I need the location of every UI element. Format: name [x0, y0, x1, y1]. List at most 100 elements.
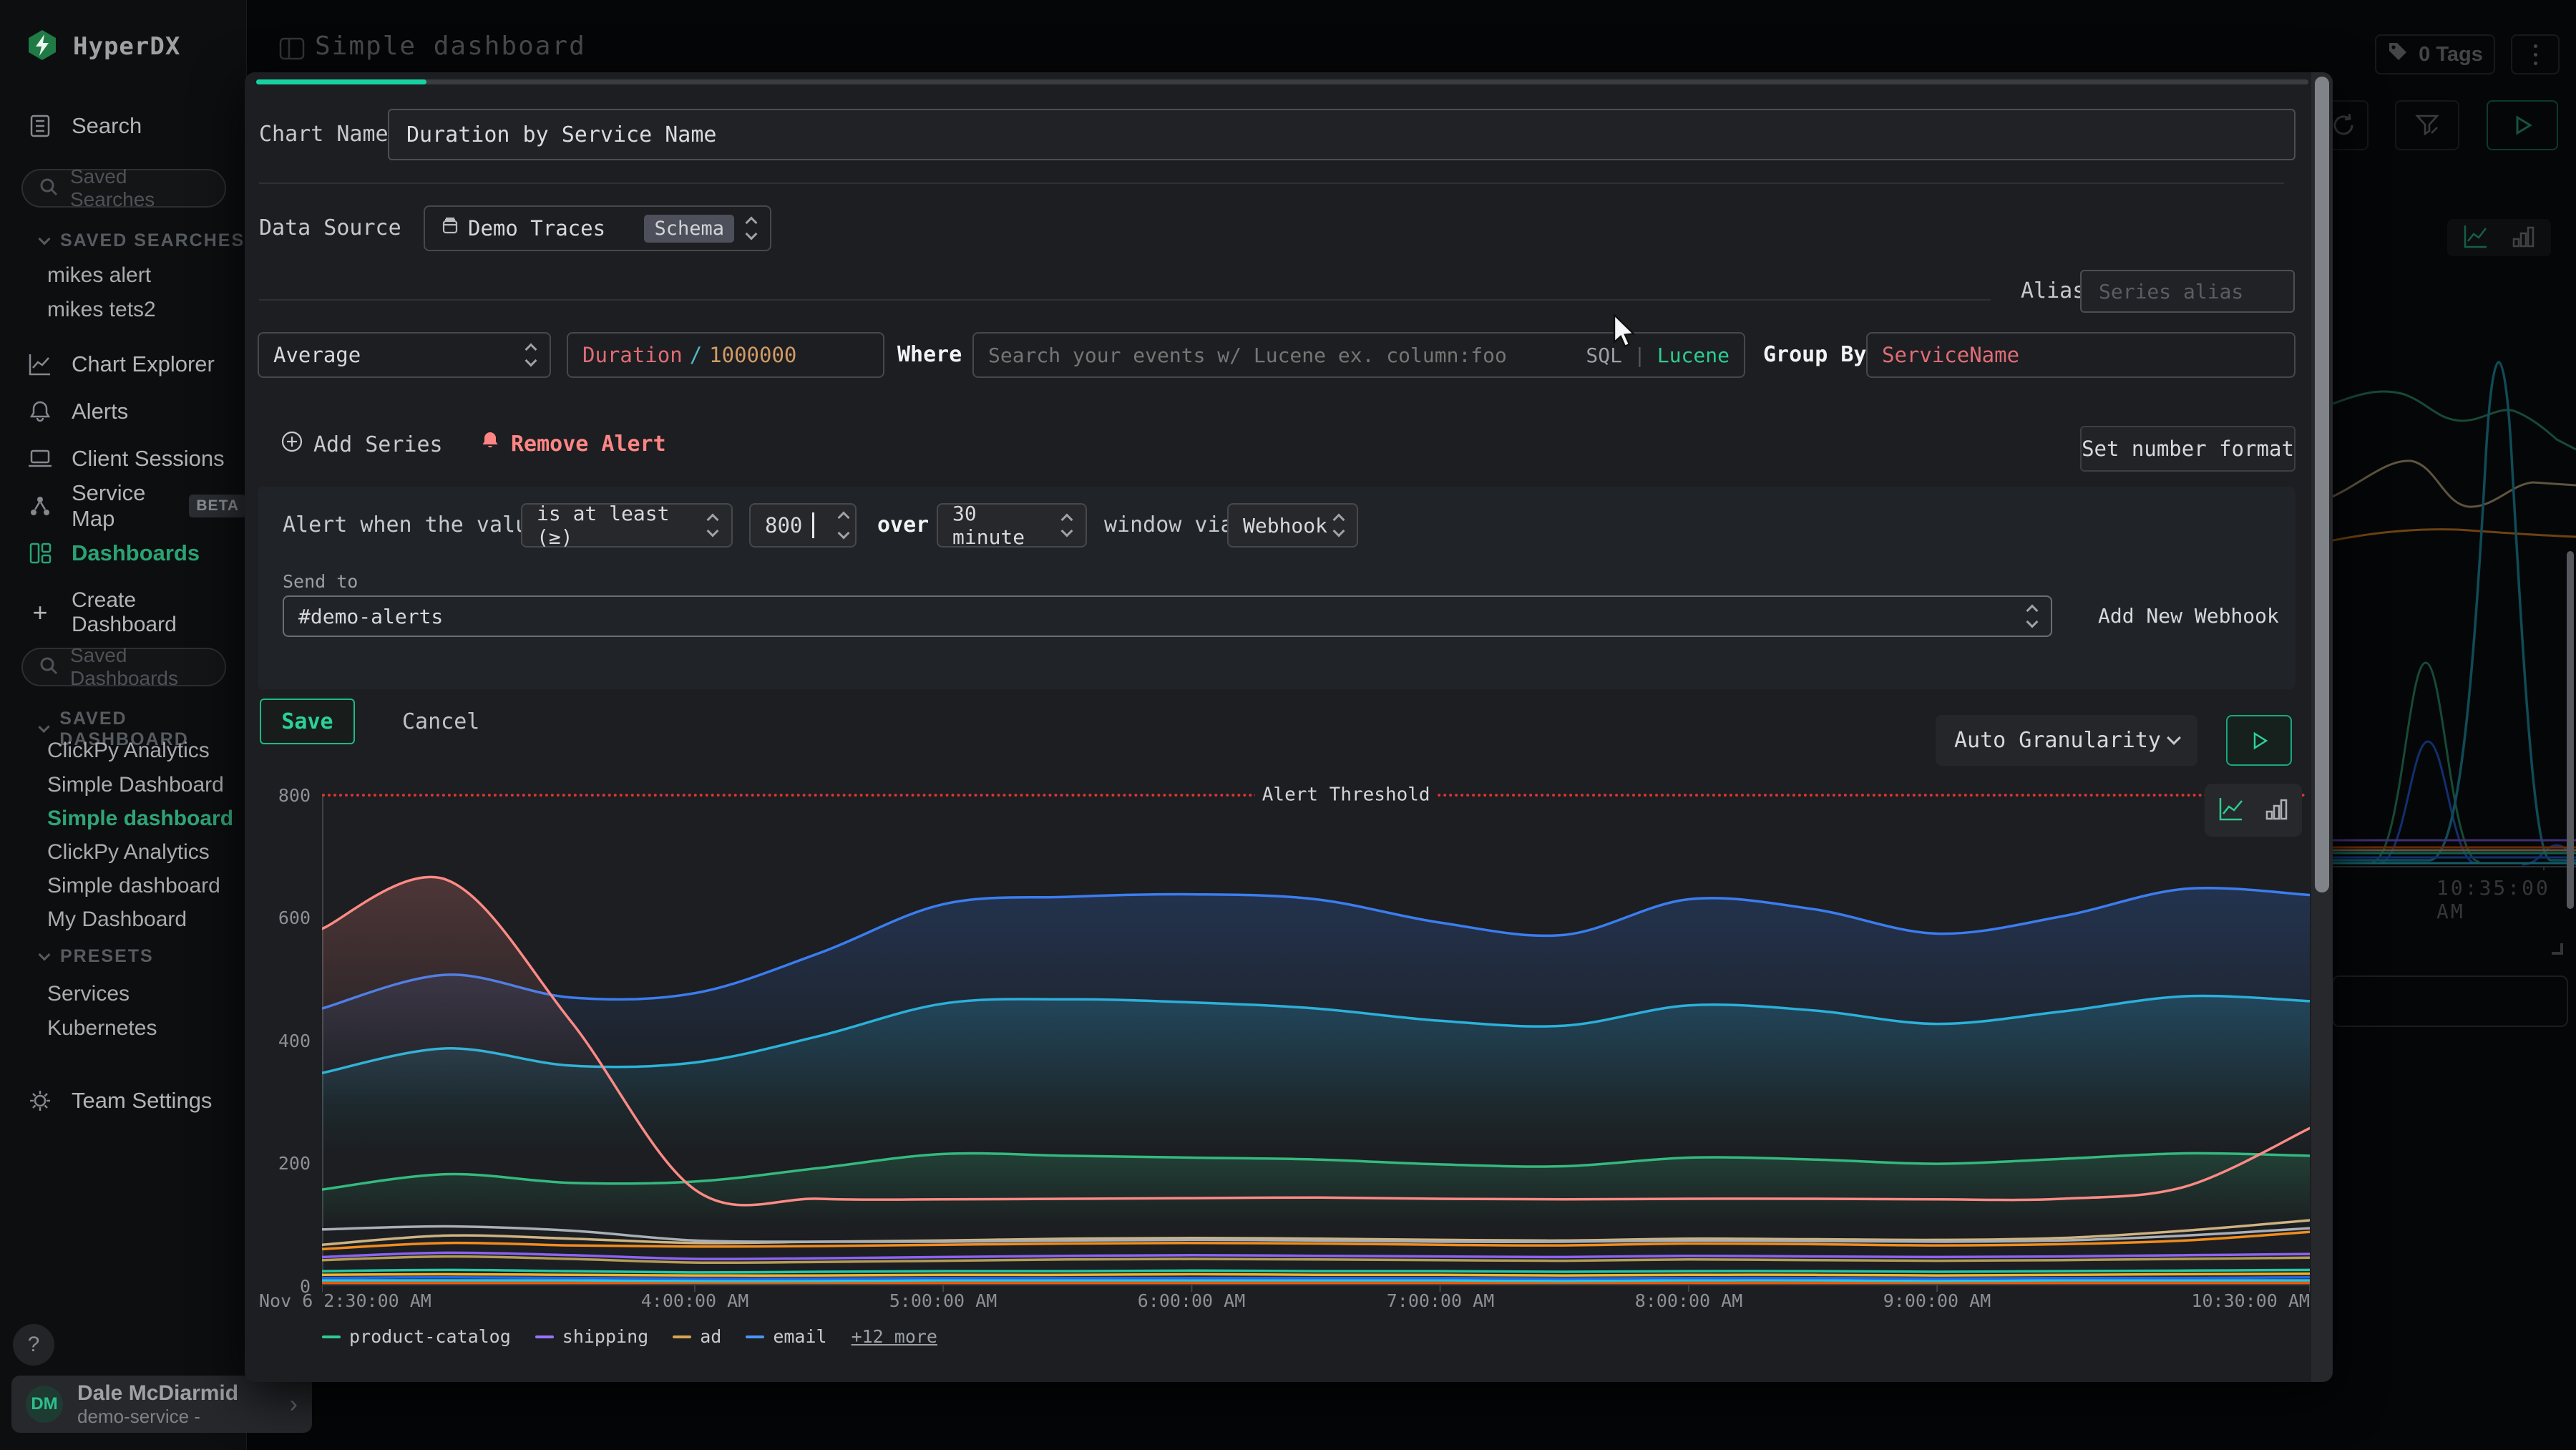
- alert-channel-select[interactable]: Webhook: [1227, 503, 1358, 548]
- alert-threshold-input[interactable]: 800: [749, 503, 857, 548]
- laptop-icon: [26, 444, 54, 473]
- sidebar-item-label: Client Sessions: [72, 446, 225, 472]
- add-series-button[interactable]: Add Series: [280, 430, 443, 459]
- select-chevrons-icon: [747, 218, 756, 238]
- window-scrollbar-thumb[interactable]: [2567, 551, 2574, 909]
- search-icon: [39, 177, 59, 200]
- dashboard-item[interactable]: ClickPy Analytics: [0, 734, 246, 767]
- divider: [259, 183, 2284, 184]
- preview-chart: 800 600 400 200 0 Alert Threshold Nov 6 …: [259, 781, 2310, 1375]
- over-label: over: [877, 503, 929, 548]
- data-source-label: Data Source: [259, 205, 401, 251]
- sidebar-item-team-settings[interactable]: Team Settings: [0, 1082, 246, 1119]
- sidebar-item-alerts[interactable]: Alerts: [0, 393, 246, 430]
- divider: [259, 299, 1991, 301]
- x-tick-label: 6:00:00 AM: [1138, 1290, 1246, 1311]
- bell-icon: [479, 430, 501, 457]
- cancel-button[interactable]: Cancel: [402, 699, 479, 744]
- modal-scrollbar-thumb[interactable]: [2315, 77, 2329, 892]
- preview-run-button[interactable]: [2226, 715, 2292, 766]
- x-tick-label: 4:00:00 AM: [641, 1290, 749, 1311]
- preset-item[interactable]: Services: [0, 978, 246, 1011]
- chart-type-toggle[interactable]: [2205, 784, 2302, 837]
- legend-item[interactable]: email: [746, 1326, 826, 1347]
- sidebar-item-chart-explorer[interactable]: Chart Explorer: [0, 346, 246, 383]
- formula-field[interactable]: Duration/1000000: [567, 332, 884, 378]
- play-icon: [2248, 730, 2270, 751]
- avatar: DM: [26, 1386, 63, 1423]
- line-chart-icon: [2215, 793, 2247, 827]
- data-source-select[interactable]: Demo Traces Schema: [424, 205, 771, 251]
- dashboard-item[interactable]: Simple Dashboard: [0, 769, 246, 802]
- help-button[interactable]: ?: [13, 1324, 54, 1366]
- sidebar-item-search[interactable]: Search: [0, 107, 246, 145]
- plus-circle-icon: [280, 430, 303, 459]
- series-alias-input[interactable]: [2080, 270, 2295, 313]
- alias-label: Alias: [2021, 270, 2085, 313]
- saved-searches-header[interactable]: SAVED SEARCHES: [0, 230, 246, 251]
- dashboard-item[interactable]: Simple dashboard: [0, 870, 246, 902]
- group-by-field[interactable]: ServiceName: [1866, 332, 2296, 378]
- app-root: HyperDX Search Saved Searches SAVED SEAR…: [0, 0, 2576, 1450]
- dashboards-grid-icon: [26, 539, 54, 568]
- y-tick-label: 800: [259, 785, 311, 806]
- saved-searches-input[interactable]: Saved Searches: [21, 169, 226, 208]
- saved-searches-placeholder: Saved Searches: [70, 165, 209, 211]
- chevron-down-icon: [39, 233, 51, 245]
- send-to-label: Send to: [283, 571, 358, 592]
- series-swatch: [673, 1335, 691, 1338]
- chart-name-input[interactable]: [388, 109, 2296, 160]
- dashboard-item[interactable]: ClickPy Analytics: [0, 836, 246, 869]
- aggregation-select[interactable]: Average: [258, 332, 551, 378]
- sidebar-item-label: Dashboards: [72, 540, 200, 566]
- save-button[interactable]: Save: [260, 699, 355, 744]
- sidebar-item-label: Team Settings: [72, 1088, 212, 1114]
- legend-item[interactable]: shipping: [535, 1326, 648, 1347]
- series-swatch: [746, 1335, 764, 1338]
- sidebar-item-service-map[interactable]: Service Map BETA: [0, 487, 246, 525]
- saved-search-item[interactable]: mikes alert: [0, 259, 246, 292]
- user-menu[interactable]: DM Dale McDiarmid demo-service - ›: [11, 1376, 312, 1433]
- beta-badge: BETA: [189, 495, 246, 517]
- remove-alert-button[interactable]: Remove Alert: [479, 430, 666, 457]
- preset-item[interactable]: Kubernetes: [0, 1012, 246, 1045]
- sidebar-item-dashboards[interactable]: Dashboards: [0, 535, 246, 572]
- logo-text: HyperDX: [73, 32, 180, 61]
- chart-plot: [322, 794, 2310, 1295]
- where-search-input[interactable]: [988, 344, 1579, 367]
- webhook-select[interactable]: #demo-alerts: [283, 595, 2052, 637]
- presets-header[interactable]: PRESETS: [0, 946, 246, 967]
- saved-search-item[interactable]: mikes tets2: [0, 293, 246, 326]
- lucene-toggle[interactable]: Lucene: [1657, 344, 1729, 367]
- saved-dashboards-input[interactable]: Saved Dashboards: [21, 648, 226, 686]
- alert-config-panel: Alert when the value is at least (≥) 800…: [258, 487, 2296, 689]
- sidebar-item-client-sessions[interactable]: Client Sessions: [0, 440, 246, 477]
- legend-item[interactable]: product-catalog: [322, 1326, 511, 1347]
- y-tick-label: 600: [259, 908, 311, 928]
- alert-window-select[interactable]: 30 minute: [937, 503, 1087, 548]
- select-chevrons-icon: [708, 515, 717, 535]
- select-chevrons-icon: [1335, 515, 1343, 535]
- mouse-cursor: [1611, 313, 1643, 351]
- chevron-down-icon: [39, 948, 51, 960]
- add-new-webhook-button[interactable]: Add New Webhook: [2098, 595, 2279, 637]
- granularity-select[interactable]: Auto Granularity: [1936, 715, 2197, 766]
- x-tick-label: Nov 6 2:30:00 AM: [259, 1290, 431, 1311]
- modal-accent-bar: [256, 79, 2308, 84]
- alert-condition-select[interactable]: is at least (≥): [521, 503, 733, 548]
- create-dashboard-button[interactable]: + Create Dashboard: [0, 594, 246, 631]
- set-number-format-button[interactable]: Set number format: [2080, 426, 2296, 472]
- alert-threshold-line: Alert Threshold: [322, 794, 2307, 797]
- dashboard-item-active[interactable]: Simple dashboard: [0, 802, 246, 835]
- edit-chart-modal: Chart Name Data Source Demo Traces Schem…: [245, 72, 2333, 1382]
- legend-item[interactable]: ad: [673, 1326, 721, 1347]
- series-swatch: [535, 1335, 554, 1338]
- chevron-right-icon: ›: [290, 1391, 298, 1419]
- number-spinner[interactable]: [839, 513, 848, 537]
- legend-more-link[interactable]: +12 more: [852, 1326, 937, 1347]
- dashboard-item[interactable]: My Dashboard: [0, 903, 246, 936]
- modal-scrollbar[interactable]: [2311, 72, 2333, 1382]
- user-name: Dale McDiarmid: [77, 1381, 275, 1406]
- select-chevrons-icon: [527, 345, 535, 365]
- chevron-down-icon: [38, 721, 49, 733]
